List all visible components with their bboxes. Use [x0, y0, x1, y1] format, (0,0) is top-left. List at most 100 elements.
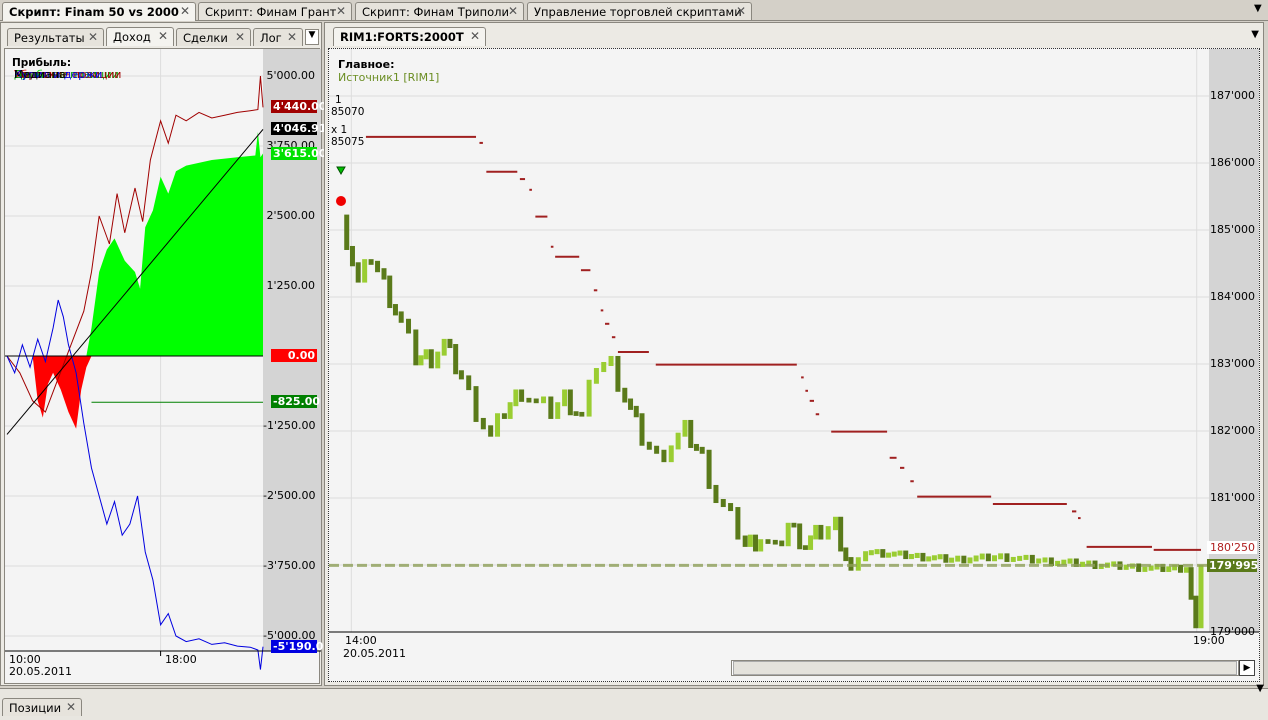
candle: [507, 402, 513, 419]
scroll-right-icon[interactable]: ▶: [1239, 660, 1255, 676]
candle: [785, 522, 791, 547]
candle: [991, 555, 997, 562]
y-tick-label: 183'000: [1209, 357, 1255, 370]
tab-label: Скрипт: Finam 50 vs 2000: [9, 5, 179, 19]
tab-list-dropdown-icon[interactable]: ▼: [1254, 3, 1262, 14]
candle: [765, 539, 771, 544]
order-id: 85075: [331, 136, 365, 148]
candle: [526, 397, 532, 403]
tab-rim1-chart[interactable]: RIM1:FORTS:2000T ✕: [333, 27, 486, 46]
close-icon[interactable]: ✕: [287, 30, 297, 44]
candle: [675, 432, 681, 450]
tab-label: Скрипт: Финам Триполи: [362, 5, 509, 19]
candle: [453, 344, 459, 375]
panel-menu-icon[interactable]: ▼: [1251, 29, 1259, 40]
value-box-stop: 180'250: [1207, 541, 1257, 555]
close-icon[interactable]: ✕: [736, 4, 746, 18]
y-tick-label: 184'000: [1209, 290, 1255, 303]
candle: [562, 389, 568, 407]
candle: [880, 549, 886, 558]
candle: [693, 443, 699, 451]
candle: [863, 551, 869, 562]
candle: [1036, 558, 1042, 564]
candle: [501, 413, 507, 419]
candle: [639, 413, 645, 446]
candle: [387, 275, 393, 309]
equity-legend: Прибыль: Прибыль Убыток Длинные позиции Кор…: [12, 57, 121, 81]
candle: [747, 534, 753, 547]
close-icon[interactable]: ✕: [470, 29, 480, 43]
close-icon[interactable]: ✕: [180, 4, 190, 18]
candle: [886, 552, 892, 558]
tab-script-trading-management[interactable]: Управление торговлей скриптами ✕: [527, 2, 752, 20]
tab-income[interactable]: Доход ✕: [106, 27, 174, 46]
candle: [833, 516, 838, 531]
candle: [633, 405, 639, 418]
tab-label: Результаты: [14, 31, 85, 45]
tab-finam-tripoli[interactable]: Скрипт: Финам Триполи ✕: [355, 2, 524, 20]
close-icon[interactable]: ✕: [88, 30, 98, 44]
candle: [699, 446, 705, 454]
candle: [1029, 554, 1035, 564]
tab-menu-icon[interactable]: ▼: [305, 29, 319, 45]
tab-finam-50-vs-2000[interactable]: Скрипт: Finam 50 vs 2000 ✕: [2, 2, 196, 21]
candle: [646, 441, 652, 450]
candle: [473, 386, 479, 422]
candle: [519, 389, 525, 402]
tab-positions[interactable]: Позиции ✕: [2, 698, 82, 716]
candle: [548, 396, 554, 419]
tab-log[interactable]: Лог ✕: [253, 28, 303, 46]
candle: [897, 550, 903, 556]
candle: [368, 259, 374, 265]
candle: [601, 362, 607, 373]
candle: [903, 550, 909, 560]
y-tick-label: 187'000: [1209, 89, 1255, 102]
candle: [818, 524, 824, 540]
candle: [688, 419, 694, 448]
panel-menu-icon[interactable]: ▼: [1256, 683, 1264, 694]
candle: [1142, 566, 1148, 572]
y-tick-label: 181'000: [1209, 491, 1255, 504]
close-icon[interactable]: ✕: [336, 4, 346, 18]
candle: [908, 553, 914, 560]
close-icon[interactable]: ✕: [66, 700, 76, 714]
scrollbar-thumb[interactable]: [733, 661, 1237, 675]
candle: [791, 522, 797, 528]
candle: [1183, 567, 1189, 573]
candle: [931, 555, 937, 561]
candle: [949, 557, 955, 563]
x-date-label: 20.05.2011: [9, 665, 72, 678]
tab-finam-grant[interactable]: Скрипт: Финам Грант ✕: [198, 2, 352, 20]
candle: [413, 329, 419, 366]
candle: [423, 349, 429, 360]
candle: [943, 554, 949, 563]
price-legend: Главное: Источник1 [RIM1]: [338, 58, 439, 84]
order-id: 85070: [331, 106, 365, 118]
candle: [406, 318, 412, 334]
candle: [926, 556, 932, 562]
tab-deals[interactable]: Сделки ✕: [176, 28, 251, 46]
candle: [615, 355, 621, 392]
candle: [381, 268, 387, 280]
candle: [1042, 557, 1048, 563]
close-icon[interactable]: ✕: [235, 30, 245, 44]
candle: [447, 338, 453, 349]
legend-title: Главное:: [338, 58, 395, 71]
candle: [1017, 555, 1023, 561]
candle: [668, 445, 674, 463]
scrollbar-left-area[interactable]: [329, 660, 731, 676]
candle: [720, 499, 726, 508]
y-tick-label: 185'000: [1209, 223, 1255, 236]
candle: [772, 539, 778, 545]
candle: [1198, 564, 1204, 629]
candle: [973, 555, 979, 562]
candle: [979, 553, 985, 560]
tab-results[interactable]: Результаты ✕: [7, 28, 104, 46]
candle: [375, 260, 381, 273]
candle: [937, 554, 943, 560]
y-tick-label: -3'750.00: [263, 559, 316, 572]
close-icon[interactable]: ✕: [508, 4, 518, 18]
income-panel: Результаты ✕ Доход ✕ Сделки ✕ Лог ✕ ▼ Прибыл…: [0, 22, 331, 686]
close-icon[interactable]: ✕: [158, 29, 168, 43]
value-box-median: -825.00: [271, 395, 321, 409]
